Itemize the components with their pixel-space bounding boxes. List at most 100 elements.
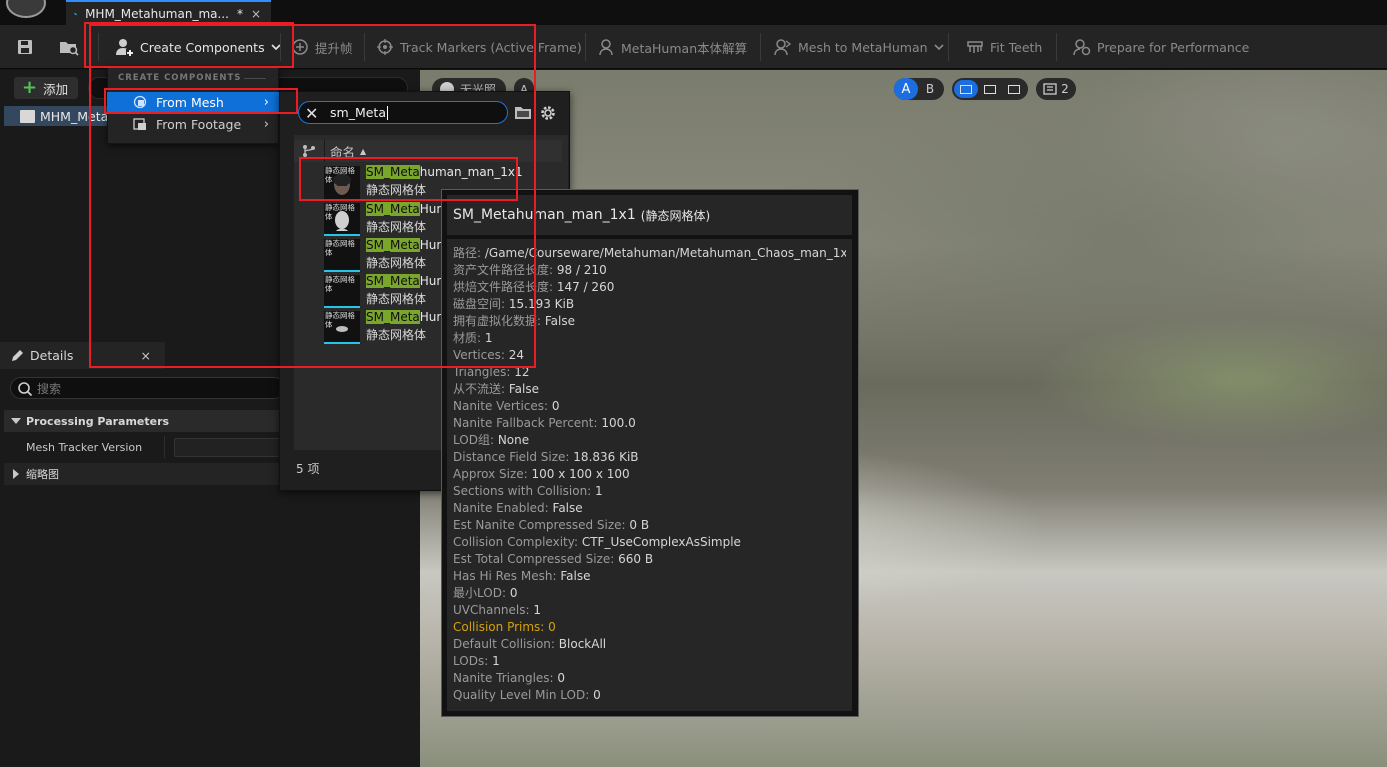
asset-type-badge: 静态网格体: [325, 239, 355, 257]
tooltip-property-key: Quality Level Min LOD:: [453, 688, 594, 702]
tooltip-property-key: Sections with Collision:: [453, 484, 596, 498]
thumbnail-section[interactable]: 缩略图: [4, 463, 280, 485]
tooltip-property-key: 路径:: [453, 246, 485, 260]
gear-icon[interactable]: [539, 104, 557, 122]
caret-down-icon: [11, 418, 21, 424]
asset-thumbnail: 静态网格体: [324, 311, 360, 344]
tooltip-property-key: LOD组:: [453, 433, 498, 447]
processing-parameters-section[interactable]: Processing Parameters: [4, 410, 280, 432]
tooltip-property-row: Nanite Fallback Percent: 100.0: [453, 415, 846, 432]
asset-name: SM_MetaHum: [366, 310, 449, 324]
menu-item-from-footage[interactable]: From Footage ›: [107, 114, 279, 134]
wipe-layout-button[interactable]: [978, 80, 1002, 98]
tooltip-property-value: 12: [514, 365, 530, 379]
tooltip-property-value: 147 / 260: [556, 280, 615, 294]
asset-type-badge: 静态网格体: [325, 275, 355, 293]
asset-type: 静态网格体: [366, 220, 427, 234]
asset-row[interactable]: 静态网格体 SM_MetaHum 静态网格体: [294, 237, 448, 273]
tooltip-property-value: 0: [551, 399, 560, 413]
asset-row[interactable]: 静态网格体 SM_MetaHum 静态网格体: [294, 201, 448, 237]
details-tab[interactable]: Details ×: [0, 342, 165, 369]
tooltip-property-value: False: [544, 314, 575, 328]
tooltip-property-key: 最小LOD:: [453, 586, 510, 600]
from-mesh-icon: [133, 95, 147, 109]
view-b-button[interactable]: B: [918, 82, 942, 96]
tooltip-property-row: Distance Field Size: 18.836 KiB: [453, 449, 846, 466]
plus-icon: +: [22, 77, 38, 98]
tooltip-property-value: 18.836 KiB: [573, 450, 639, 464]
tooltip-property-value: False: [552, 501, 583, 515]
asset-search-value: sm_Meta: [330, 105, 386, 120]
tooltip-property-row: Approx Size: 100 x 100 x 100: [453, 466, 846, 483]
menu-section-header: CREATE COMPONENTS: [118, 73, 242, 83]
branch-icon[interactable]: [302, 144, 316, 158]
browse-button[interactable]: [58, 25, 80, 69]
asset-row[interactable]: 静态网格体 SM_Metahuman_man_1x1 静态网格体: [294, 164, 523, 200]
tooltip-property-value: 0: [548, 620, 556, 634]
mesh-tracker-version-field[interactable]: [174, 438, 280, 457]
asset-row[interactable]: 静态网格体 SM_MetaHum 静态网格体: [294, 309, 448, 345]
name-column-header[interactable]: 命名 ▲: [324, 140, 366, 162]
tooltip-property-row: Vertices: 24: [453, 347, 846, 364]
prepare-for-performance-button[interactable]: Prepare for Performance: [1073, 25, 1249, 69]
asset-name: SM_Metahuman_man_1x1: [366, 165, 523, 179]
asset-type: 静态网格体: [366, 292, 427, 306]
clear-search-icon[interactable]: ✕: [305, 104, 318, 123]
tooltip-property-key: UVChannels:: [453, 603, 534, 617]
view-count-button[interactable]: 2: [1036, 78, 1076, 100]
dual-layout-icon: [1008, 84, 1020, 94]
add-button[interactable]: + 添加: [14, 77, 78, 99]
identity-solve-button[interactable]: MetaHuman本体解算: [597, 25, 747, 69]
details-title: Details: [30, 348, 74, 363]
tab-close-icon[interactable]: ×: [251, 7, 261, 21]
folder-icon[interactable]: [515, 106, 531, 119]
asset-type-badge: 静态网格体: [325, 203, 355, 221]
toolbar-divider: [585, 33, 586, 61]
tooltip-property-row: LOD组: None: [453, 432, 846, 449]
chevron-down-icon: [933, 44, 944, 51]
single-layout-button[interactable]: [954, 80, 978, 98]
toolbar-divider: [280, 33, 281, 61]
viewport-layout-toggle[interactable]: [952, 78, 1028, 100]
toolbar-divider: [760, 33, 761, 61]
tooltip-property-row: Nanite Triangles: 0: [453, 670, 846, 687]
tooltip-subtitle: (静态网格体): [640, 208, 711, 223]
asset-type: 静态网格体: [366, 256, 427, 270]
asset-name: SM_MetaHum: [366, 202, 449, 216]
tooltip-property-value: 98 / 210: [556, 263, 607, 277]
document-tab[interactable]: MHM_Metahuman_ma... * ×: [66, 0, 271, 25]
menu-item-from-mesh[interactable]: From Mesh ›: [107, 92, 279, 112]
asset-color-bar: [324, 306, 360, 308]
promote-frame-button[interactable]: 提升帧: [291, 25, 353, 69]
fit-teeth-button[interactable]: Fit Teeth: [966, 25, 1042, 69]
mesh-to-metahuman-button[interactable]: Mesh to MetaHuman: [774, 25, 944, 69]
tooltip-property-row: 从不流送: False: [453, 381, 846, 398]
toolbar-divider: [1056, 33, 1057, 61]
tooltip-property-value: 1: [492, 654, 500, 668]
ab-view-toggle[interactable]: A B: [894, 78, 944, 100]
details-close-icon[interactable]: ×: [141, 348, 151, 363]
save-button[interactable]: [16, 25, 34, 69]
processing-parameters-label: Processing Parameters: [26, 414, 170, 428]
details-search-input[interactable]: 搜索: [10, 377, 285, 399]
tooltip-property-key: Est Total Compressed Size:: [453, 552, 619, 566]
asset-name: SM_MetaHum: [366, 274, 449, 288]
asset-search-input[interactable]: ✕ sm_Meta: [298, 101, 508, 124]
asset-row[interactable]: 静态网格体 SM_MetaHum 静态网格体: [294, 273, 448, 309]
tooltip-property-key: Nanite Triangles:: [453, 671, 558, 685]
tooltip-property-key: Approx Size:: [453, 467, 532, 481]
view-a-button[interactable]: A: [894, 78, 918, 100]
tooltip-property-key: Distance Field Size:: [453, 450, 574, 464]
asset-color-bar: [324, 234, 360, 236]
asset-thumbnail: 静态网格体: [324, 203, 360, 236]
track-markers-button[interactable]: Track Markers (Active Frame): [376, 25, 582, 69]
dual-layout-button[interactable]: [1002, 80, 1026, 98]
tooltip-property-row: Triangles: 12: [453, 364, 846, 381]
asset-thumbnail: 静态网格体: [324, 239, 360, 272]
fit-teeth-label: Fit Teeth: [990, 39, 1043, 55]
details-search-placeholder: 搜索: [37, 381, 62, 396]
create-components-button[interactable]: Create Components: [114, 25, 281, 69]
tab-modified-marker: *: [236, 6, 243, 21]
tooltip-property-value: BlockAll: [558, 637, 607, 651]
tooltip-property-value: 1: [484, 331, 493, 345]
